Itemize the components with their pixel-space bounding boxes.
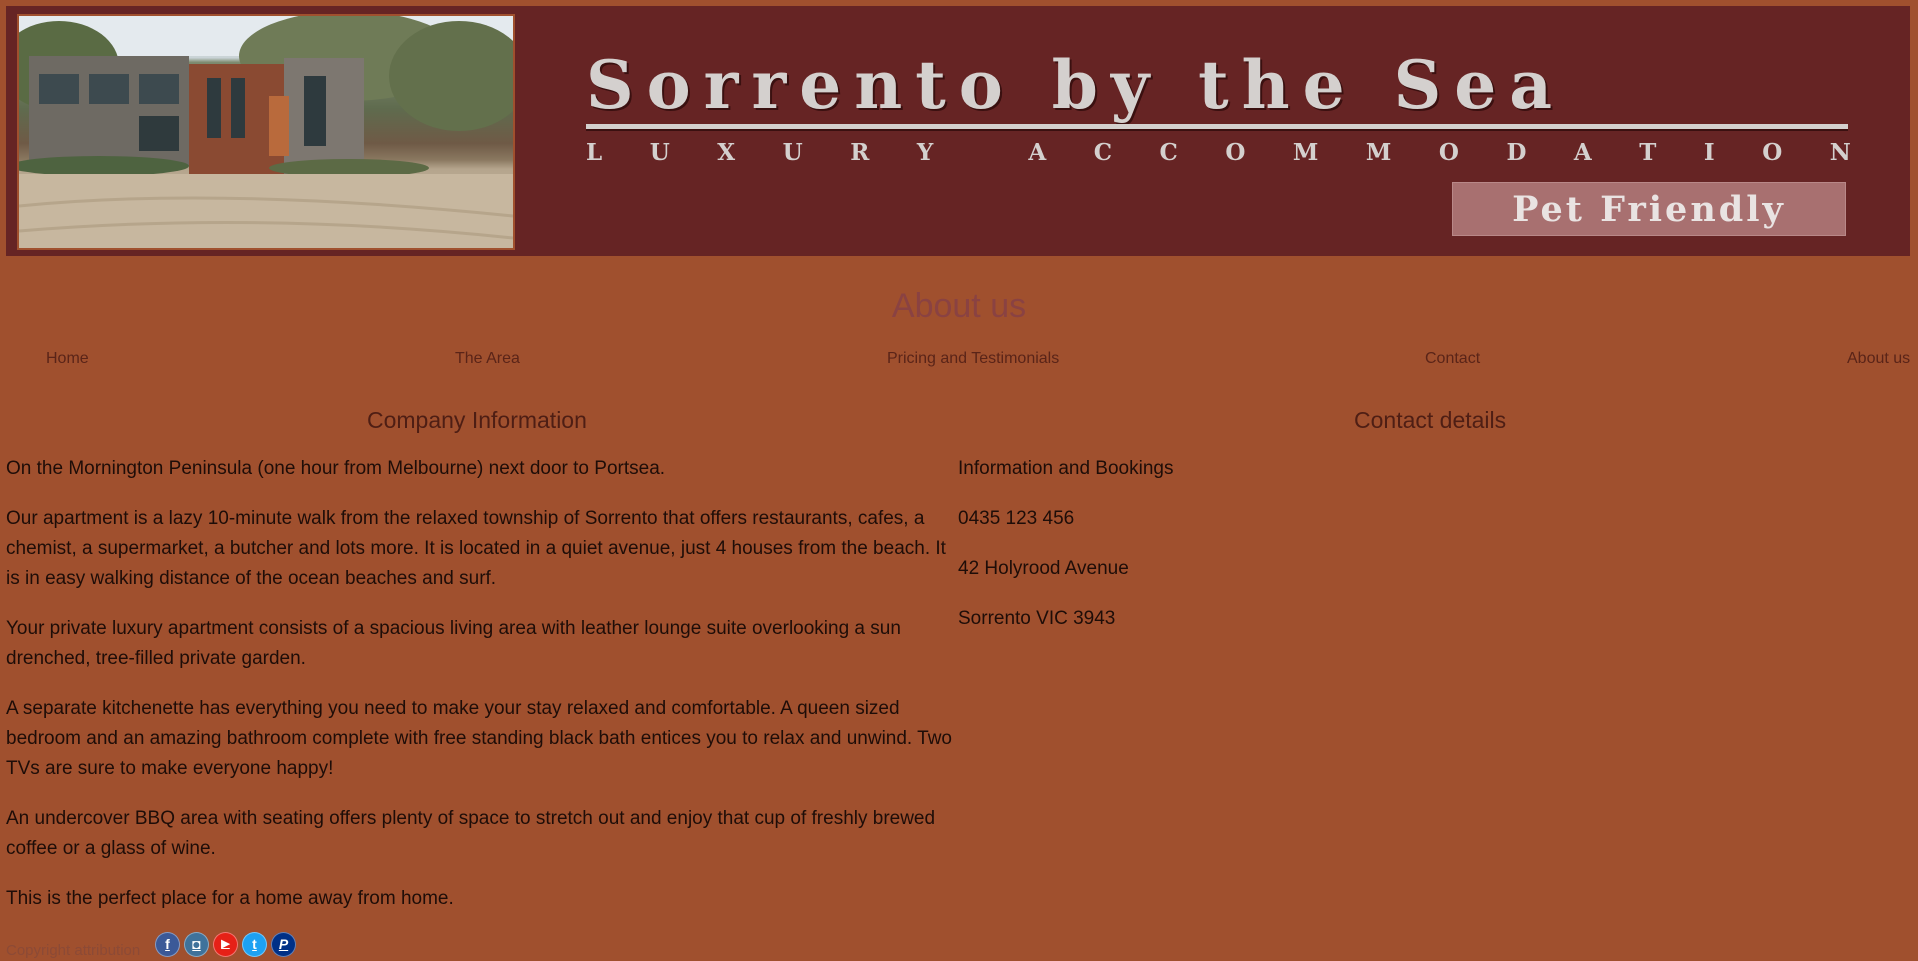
property-photo [17,14,515,250]
company-paragraph: Our apartment is a lazy 10-minute walk f… [6,508,946,589]
contact-street: 42 Holyrood Avenue [958,558,1129,579]
nav-home[interactable]: Home [46,348,89,370]
company-paragraph: Your private luxury apartment consists o… [6,618,901,669]
page-title: About us [891,287,1027,325]
nav-the-area[interactable]: The Area [455,348,520,370]
paypal-icon[interactable]: P [271,932,296,957]
youtube-icon[interactable]: ▶ [213,932,238,957]
twitter-icon[interactable]: t [242,932,267,957]
company-paragraph: This is the perfect place for a home awa… [6,888,454,909]
contact-details-heading: Contact details [1354,407,1507,433]
nav-pricing-testimonials[interactable]: Pricing and Testimonials [887,348,1059,370]
brand-title: Sorrento by the Sea [586,46,1566,124]
company-paragraph: A separate kitchenette has everything yo… [6,698,952,779]
company-paragraph: On the Mornington Peninsula (one hour fr… [6,458,666,479]
company-paragraph: An undercover BBQ area with seating offe… [6,808,936,859]
instagram-icon[interactable]: ◘ [184,932,209,957]
nav-about-us[interactable]: About us [1847,348,1910,370]
pet-friendly-badge: Pet Friendly [1452,182,1846,236]
contact-details-section: Information and Bookings 0435 123 456 42… [958,454,1558,654]
brand-tagline: L U X U R Y A C C O M M O D A T I O N [586,139,1851,166]
contact-phone: 0435 123 456 [958,508,1075,529]
company-info-section: On the Mornington Peninsula (one hour fr… [6,454,956,934]
contact-bookings-label: Information and Bookings [958,458,1174,479]
facebook-icon[interactable]: f [155,932,180,957]
brand-divider [586,124,1848,129]
contact-suburb: Sorrento VIC 3943 [958,608,1116,629]
nav-contact[interactable]: Contact [1425,348,1480,370]
company-info-heading: Company Information [367,407,587,433]
site-header: Sorrento by the Sea L U X U R Y A C C O … [6,6,1910,256]
copyright-attribution-link[interactable]: Copyright attribution [6,942,140,959]
